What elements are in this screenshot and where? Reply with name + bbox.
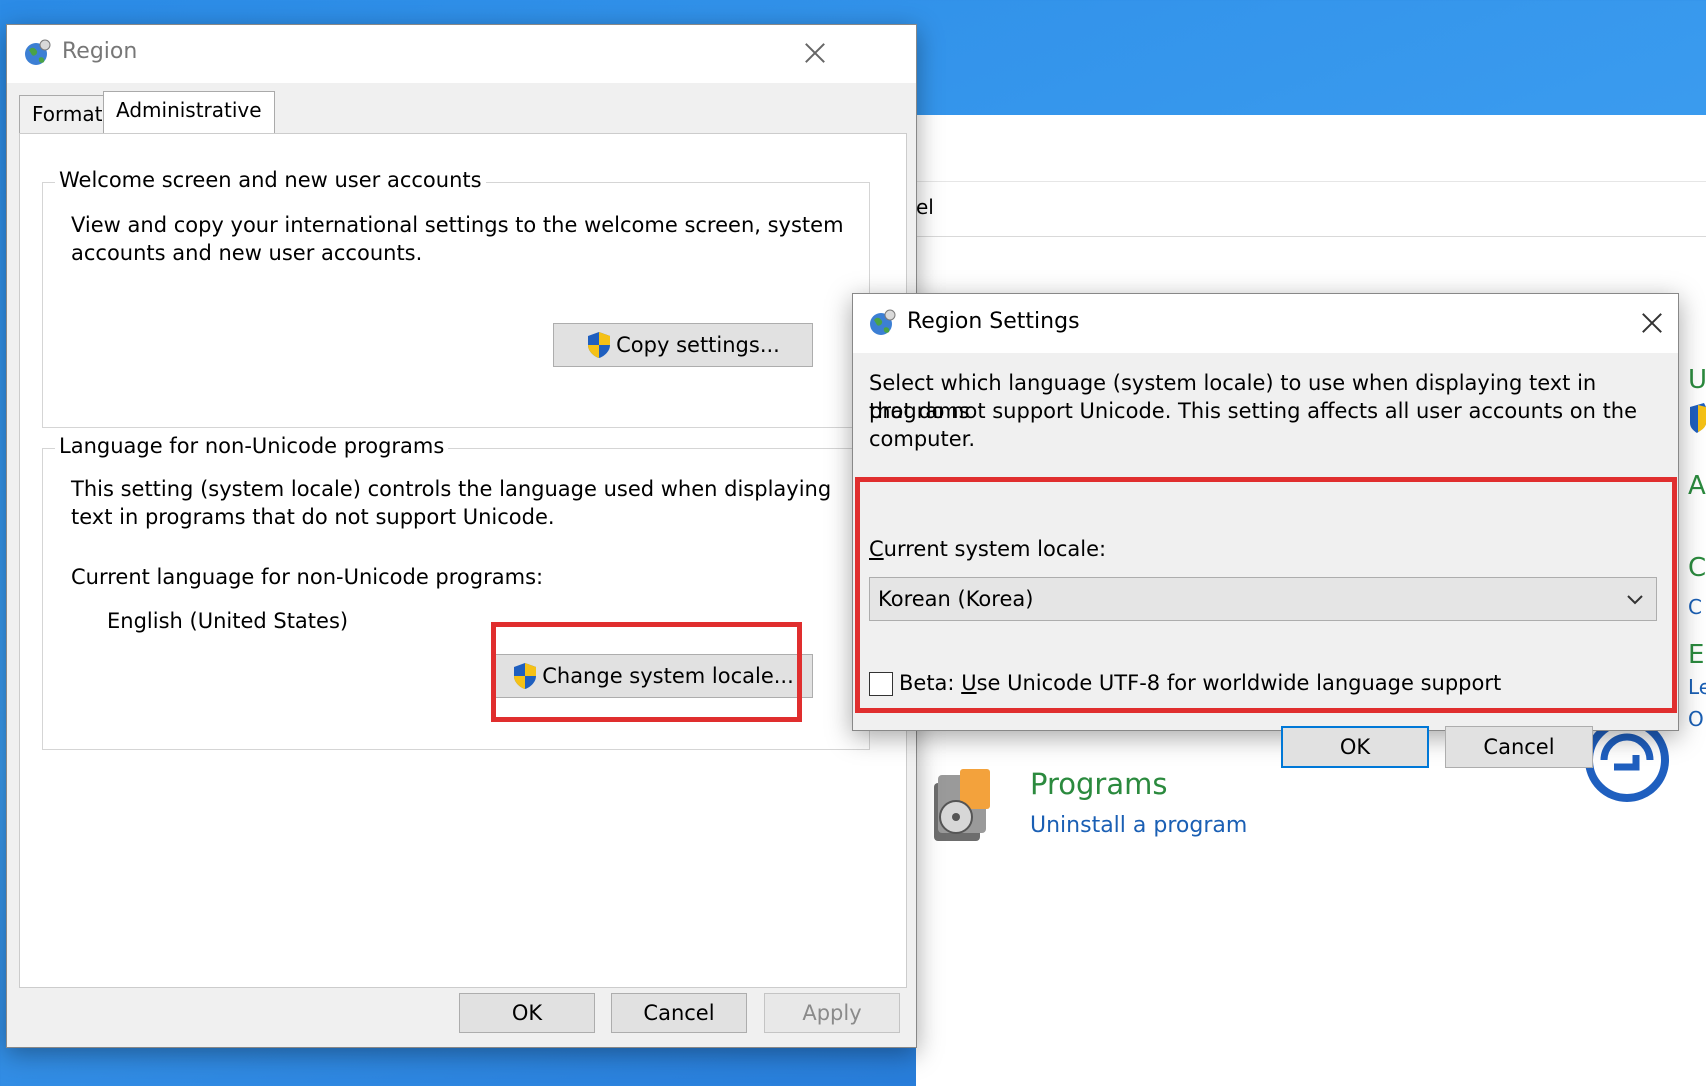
administrative-tab-panel: Welcome screen and new user accounts Vie… [19, 133, 907, 988]
close-icon[interactable] [800, 38, 830, 68]
clipped-link-1[interactable]: C [1688, 595, 1702, 619]
globe-icon [870, 309, 896, 335]
clipped-letter-1: U [1688, 365, 1706, 395]
highlight-change-locale [491, 622, 802, 722]
clipped-link-2[interactable]: Le [1688, 675, 1706, 699]
dialog-description-line3: computer. [869, 427, 976, 451]
apply-button[interactable]: Apply [764, 993, 900, 1033]
welcome-description-line1: View and copy your international setting… [71, 213, 844, 237]
region-titlebar[interactable]: Region [7, 25, 916, 83]
address-divider [916, 181, 1706, 182]
region-settings-title: Region Settings [907, 309, 1080, 334]
dialog-description-line2: that do not support Unicode. This settin… [869, 399, 1638, 423]
clipped-letter-3: C [1688, 553, 1706, 583]
dialog-ok-button[interactable]: OK [1281, 726, 1429, 768]
copy-settings-button[interactable]: Copy settings... [553, 323, 813, 367]
shield-icon [588, 332, 611, 358]
globe-icon [25, 39, 51, 65]
dialog-cancel-button[interactable]: Cancel [1445, 726, 1593, 768]
welcome-screen-group: Welcome screen and new user accounts Vie… [42, 168, 870, 428]
region-window-title: Region [62, 39, 138, 64]
tab-administrative[interactable]: Administrative [103, 91, 275, 133]
region-settings-titlebar[interactable]: Region Settings [853, 294, 1678, 353]
non-unicode-group-title: Language for non-Unicode programs [55, 434, 449, 458]
clipped-link-3[interactable]: O [1688, 707, 1704, 731]
programs-category-title[interactable]: Programs [1030, 767, 1167, 801]
address-bar-text[interactable]: el [916, 195, 934, 219]
non-unicode-description-line1: This setting (system locale) controls th… [71, 477, 832, 501]
highlight-locale-section [855, 477, 1677, 713]
welcome-group-title: Welcome screen and new user accounts [55, 168, 486, 192]
uninstall-program-link[interactable]: Uninstall a program [1030, 813, 1247, 838]
current-language-label: Current language for non-Unicode program… [71, 565, 544, 589]
clipped-shield-icon [1690, 403, 1706, 433]
copy-settings-label: Copy settings... [616, 333, 780, 357]
current-language-value: English (United States) [107, 609, 349, 633]
welcome-description-line2: accounts and new user accounts. [71, 241, 423, 265]
ok-button[interactable]: OK [459, 993, 595, 1033]
close-icon[interactable] [1637, 308, 1667, 338]
toolbar-divider [916, 236, 1706, 237]
cancel-button[interactable]: Cancel [611, 993, 747, 1033]
clipped-letter-2: A [1688, 471, 1706, 501]
clipped-letter-4: E [1688, 640, 1705, 670]
region-window: Region Formats Administrative Welcome sc… [6, 24, 917, 1048]
non-unicode-description-line2: text in programs that do not support Uni… [71, 505, 555, 529]
programs-icon[interactable] [930, 765, 996, 845]
